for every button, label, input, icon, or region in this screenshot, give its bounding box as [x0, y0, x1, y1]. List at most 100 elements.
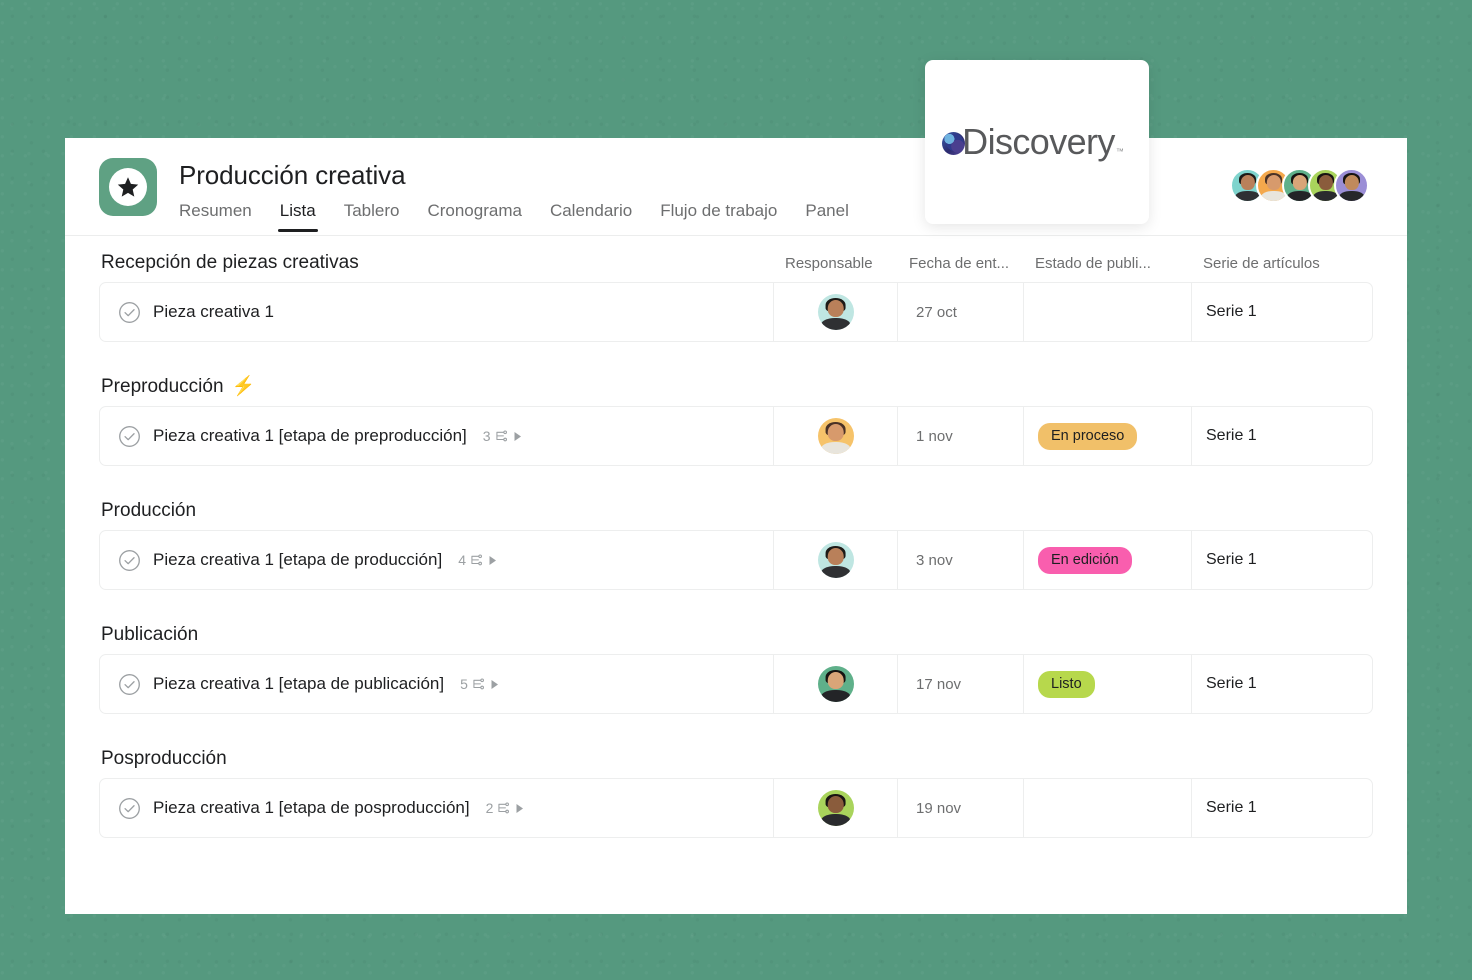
due-date-cell[interactable]: 3 nov: [898, 531, 1024, 589]
subtask-count: 3: [482, 428, 491, 444]
section-title-label: Producción: [101, 500, 197, 521]
section-lightning-icon: ⚡: [231, 376, 256, 397]
column-header-article-series[interactable]: Serie de artículos: [1191, 255, 1359, 272]
article-series-cell[interactable]: Serie 1: [1192, 531, 1360, 589]
assignee-avatar[interactable]: [817, 790, 854, 826]
status-badge: Listo: [1038, 670, 1095, 698]
assignee-avatar[interactable]: [817, 294, 854, 330]
subtask-indicator[interactable]: 5: [460, 677, 499, 691]
publish-status-cell[interactable]: [1024, 779, 1192, 837]
task-name-label: Pieza creativa 1 [etapa de producción]: [153, 550, 443, 569]
assignee-cell[interactable]: [774, 283, 898, 341]
publish-status-cell[interactable]: En proceso: [1024, 407, 1192, 465]
table-row[interactable]: Pieza creativa 1 27 oct Serie 1: [99, 282, 1373, 342]
sections-container: Recepción de piezas creativas Pieza creat…: [99, 250, 1373, 838]
trademark-symbol: ™: [1115, 147, 1124, 156]
expand-caret-icon[interactable]: [488, 555, 497, 566]
article-series-cell[interactable]: Serie 1: [1192, 655, 1360, 713]
article-series-label: Serie 1: [1206, 799, 1257, 816]
task-name-cell[interactable]: Pieza creativa 1 [etapa de preproducción…: [100, 407, 774, 465]
tab-flujo-de-trabajo[interactable]: Flujo de trabajo: [646, 200, 791, 232]
subtask-count: 4: [458, 552, 466, 568]
subtask-count: 2: [485, 800, 494, 816]
globe-icon: [942, 131, 966, 155]
task-name-label: Pieza creativa 1 [etapa de preproducción…: [153, 426, 467, 445]
article-series-cell[interactable]: Serie 1: [1192, 779, 1360, 837]
assignee-cell[interactable]: [774, 779, 898, 837]
check-circle-icon[interactable]: [118, 673, 141, 696]
assignee-avatar[interactable]: [817, 542, 854, 578]
column-header-publish-status[interactable]: Estado de publi...: [1023, 255, 1191, 272]
due-date-cell[interactable]: 1 nov: [898, 407, 1024, 465]
subtask-hierarchy-icon: [495, 429, 509, 443]
avatar-person: [818, 790, 854, 826]
tab-lista[interactable]: Lista: [266, 200, 330, 232]
expand-caret-icon[interactable]: [490, 679, 499, 690]
tab-bar: Resumen Lista Tablero Cronograma Calendario F…: [179, 200, 863, 232]
tab-resumen[interactable]: Resumen: [179, 200, 266, 232]
table-row[interactable]: Pieza creativa 1 [etapa de preproducción…: [99, 406, 1373, 466]
publish-status-cell[interactable]: Listo: [1024, 655, 1192, 713]
app-window: Producción creativa Resumen Lista Tablero C…: [65, 138, 1407, 914]
column-header-assignee[interactable]: Responsable: [773, 255, 897, 272]
check-circle-icon[interactable]: [118, 425, 141, 448]
section-title[interactable]: Preproducción ⚡: [99, 374, 1373, 406]
title-block: Producción creativa: [179, 158, 406, 192]
tab-panel[interactable]: Panel: [791, 200, 862, 232]
due-date-cell[interactable]: 17 nov: [898, 655, 1024, 713]
tab-cronograma[interactable]: Cronograma: [413, 200, 536, 232]
task-name-cell[interactable]: Pieza creativa 1 [etapa de publicación] 5: [100, 655, 774, 713]
check-circle-icon[interactable]: [118, 549, 141, 572]
project-icon-disc: [109, 168, 147, 206]
section-title-label: Publicación: [101, 624, 199, 645]
table-row[interactable]: Pieza creativa 1 [etapa de posproducción…: [99, 778, 1373, 838]
article-series-label: Serie 1: [1206, 551, 1257, 568]
publish-status-cell[interactable]: [1024, 283, 1192, 341]
section-block: Publicación Pieza creativa 1 [etapa de pu…: [99, 622, 1373, 714]
section-title[interactable]: Producción: [99, 498, 1373, 530]
table-row[interactable]: Pieza creativa 1 [etapa de producción] 4 3…: [99, 530, 1373, 590]
section-title[interactable]: Publicación: [99, 622, 1373, 654]
expand-caret-icon[interactable]: [513, 431, 522, 442]
subtask-indicator[interactable]: 2: [486, 801, 525, 815]
status-badge: En proceso: [1038, 422, 1138, 450]
table-row[interactable]: Pieza creativa 1 [etapa de publicación] 5…: [99, 654, 1373, 714]
task-name-cell[interactable]: Pieza creativa 1 [etapa de producción] 4: [100, 531, 774, 589]
assignee-cell[interactable]: [774, 531, 898, 589]
star-badge-icon[interactable]: [99, 158, 157, 216]
subtask-count: 5: [460, 676, 468, 692]
article-series-cell[interactable]: Serie 1: [1192, 283, 1360, 341]
due-date-label: 27 oct: [916, 303, 957, 321]
section-title-label: Posproducción: [101, 748, 227, 769]
article-series-label: Serie 1: [1206, 675, 1257, 692]
member-avatar-5[interactable]: [1334, 168, 1369, 203]
due-date-cell[interactable]: 27 oct: [898, 283, 1024, 341]
avatar-person: [818, 542, 854, 578]
check-circle-icon[interactable]: [118, 301, 141, 324]
section-title-label: Recepción de piezas creativas: [101, 252, 359, 273]
publish-status-cell[interactable]: En edición: [1024, 531, 1192, 589]
check-circle-icon[interactable]: [118, 797, 141, 820]
expand-caret-icon[interactable]: [515, 803, 524, 814]
task-name-label: Pieza creativa 1 [etapa de publicación]: [153, 674, 445, 693]
subtask-indicator[interactable]: 3: [483, 429, 522, 443]
avatar-person: [818, 666, 854, 702]
assignee-avatar[interactable]: [817, 666, 854, 702]
assignee-cell[interactable]: [774, 655, 898, 713]
section-title[interactable]: Posproducción: [99, 746, 1373, 778]
page-title: Producción creativa: [179, 160, 406, 190]
member-avatar-group[interactable]: [1230, 168, 1369, 203]
column-header-due-date[interactable]: Fecha de ent...: [897, 255, 1023, 272]
subtask-indicator[interactable]: 4: [458, 553, 497, 567]
task-name-cell[interactable]: Pieza creativa 1 [etapa de posproducción…: [100, 779, 774, 837]
assignee-avatar[interactable]: [817, 418, 854, 454]
due-date-cell[interactable]: 19 nov: [898, 779, 1024, 837]
tab-tablero[interactable]: Tablero: [330, 200, 414, 232]
article-series-cell[interactable]: Serie 1: [1192, 407, 1360, 465]
tab-calendario[interactable]: Calendario: [536, 200, 646, 232]
discovery-wordmark: Discovery: [962, 121, 1115, 162]
assignee-cell[interactable]: [774, 407, 898, 465]
due-date-label: 3 nov: [916, 551, 953, 569]
status-badge: En edición: [1038, 546, 1132, 574]
task-name-cell[interactable]: Pieza creativa 1: [100, 283, 774, 341]
